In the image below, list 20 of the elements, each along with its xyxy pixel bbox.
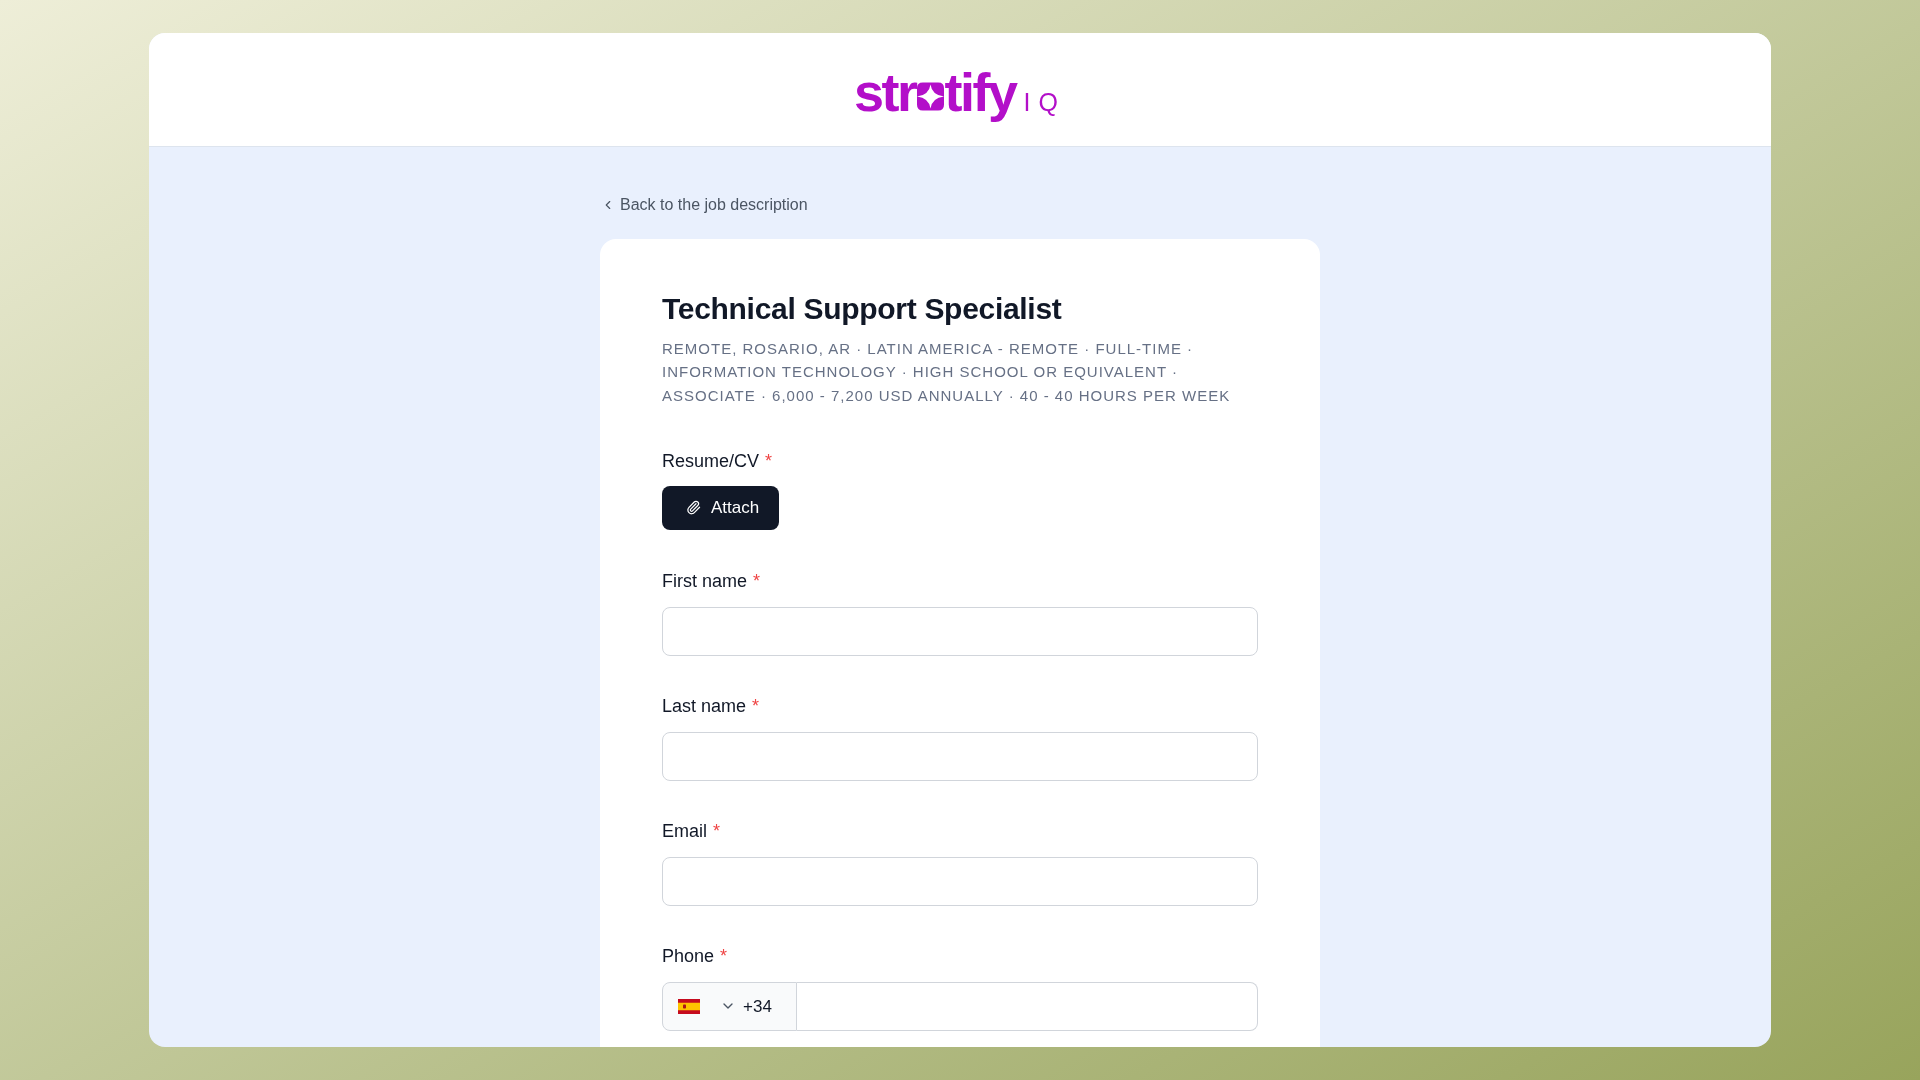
logo-suffix: IQ — [1023, 86, 1066, 117]
logo-wordmark: tify — [944, 61, 1016, 122]
job-details: REMOTE, ROSARIO, AR · LATIN AMERICA - REMOTE · FULL-TIME · INFORMATION TECHNOLOGY · HIGH SCHOOL OR EQUIVALENT · ASSOCIATE · 6,000 - 7,200 USD ANNUALLY · 40 - 40 HOURS PER WEEK — [662, 339, 1232, 406]
back-link[interactable]: Back to the job description — [601, 193, 808, 217]
field-label: Resume/CV * — [662, 449, 773, 473]
attach-button[interactable]: Attach — [662, 485, 780, 530]
phone-input[interactable] — [797, 981, 1258, 1031]
sparkle-icon — [916, 81, 944, 111]
text-input[interactable] — [662, 856, 1258, 906]
field-label: Email * — [662, 819, 721, 843]
field-label: First name * — [662, 569, 761, 593]
job-title: Technical Support Specialist — [662, 291, 1062, 327]
flag-icon — [678, 998, 700, 1014]
text-input[interactable] — [662, 731, 1258, 781]
logo-wordmark: str — [854, 61, 916, 122]
country-code-select[interactable]: +34 — [662, 981, 797, 1031]
paperclip-icon — [686, 500, 701, 516]
field-label: Last name * — [662, 694, 760, 718]
field-label: Phone * — [662, 944, 728, 968]
text-input[interactable] — [662, 606, 1258, 656]
